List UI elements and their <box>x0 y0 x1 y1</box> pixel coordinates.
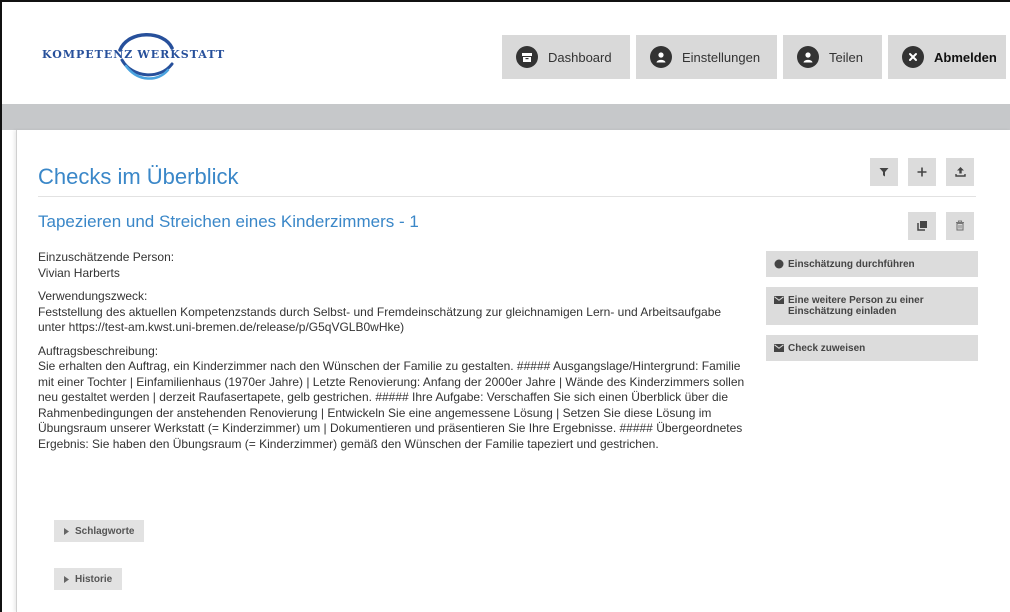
logout-label: Abmelden <box>934 49 997 65</box>
filter-icon <box>879 165 889 180</box>
purpose-value: Feststellung des aktuellen Kompetenzstan… <box>38 304 722 335</box>
history-toggle[interactable]: Historie <box>54 568 123 590</box>
check-title[interactable]: Tapezieren und Streichen eines Kinderzim… <box>38 212 419 232</box>
dashboard-icon <box>516 46 538 68</box>
upload-button[interactable] <box>946 158 974 186</box>
app-header: KOMPETENZ WERKSTATT Dashboard Einstellung… <box>2 2 1010 104</box>
tags-label: Schlagworte <box>75 525 135 537</box>
copy-icon <box>916 219 928 234</box>
settings-label: Einstellungen <box>682 49 761 65</box>
upload-icon <box>954 165 966 180</box>
invite-person-button[interactable]: Eine weitere Person zu einer Einschätzun… <box>766 287 978 325</box>
purpose-label: Verwendungszweck: <box>38 289 148 303</box>
assign-check-button[interactable]: Check zuweisen <box>766 335 978 361</box>
assess-label: Einschätzung durchführen <box>788 258 915 270</box>
copy-check-button[interactable] <box>908 212 936 240</box>
plus-icon <box>917 165 927 180</box>
person-section: Einzuschätzende Person: Vivian Harberts <box>38 250 750 281</box>
delete-check-button[interactable] <box>946 212 974 240</box>
purpose-section: Verwendungszweck: Feststellung des aktue… <box>38 289 750 336</box>
logout-button[interactable]: Abmelden <box>888 35 1006 79</box>
share-button[interactable]: Teilen <box>783 35 882 79</box>
trash-icon <box>955 219 965 234</box>
brand-logo-right: WERKSTATT <box>137 48 226 61</box>
assess-button[interactable]: Einschätzung durchführen <box>766 251 978 277</box>
title-divider <box>38 196 976 197</box>
user-icon <box>797 46 819 68</box>
envelope-icon <box>774 296 784 304</box>
task-section: Auftragsbeschreibung: Sie erhalten den A… <box>38 344 750 453</box>
person-value: Vivian Harberts <box>38 265 120 280</box>
task-label: Auftragsbeschreibung: <box>38 343 159 358</box>
task-value: Sie erhalten den Auftrag, ein Kinderzimm… <box>38 359 745 451</box>
person-label: Einzuschätzende Person: <box>38 250 175 264</box>
settings-button[interactable]: Einstellungen <box>636 35 777 79</box>
envelope-icon <box>774 344 784 352</box>
invite-label: Eine weitere Person zu einer Einschätzun… <box>788 295 924 317</box>
close-icon <box>902 46 924 68</box>
share-label: Teilen <box>829 49 863 65</box>
add-check-button[interactable] <box>908 158 936 186</box>
brand-wordmark: KOMPETENZ WERKSTATT <box>42 48 225 61</box>
filter-button[interactable] <box>870 158 898 186</box>
brand-logo-left: KOMPETENZ <box>42 48 134 61</box>
check-details: Einzuschätzende Person: Vivian Harberts … <box>38 250 750 460</box>
brand-logo[interactable]: KOMPETENZ WERKSTATT <box>42 28 242 84</box>
caret-right-icon <box>64 575 69 583</box>
dashboard-button[interactable]: Dashboard <box>502 35 630 79</box>
user-icon <box>650 46 672 68</box>
tags-toggle[interactable]: Schlagworte <box>54 520 145 542</box>
assign-label: Check zuweisen <box>788 342 866 354</box>
page-title: Checks im Überblick <box>38 164 239 189</box>
history-label: Historie <box>75 573 113 585</box>
caret-right-icon <box>64 527 69 535</box>
dashboard-label: Dashboard <box>548 49 612 65</box>
circle-icon <box>774 259 784 269</box>
header-band <box>2 104 1010 130</box>
